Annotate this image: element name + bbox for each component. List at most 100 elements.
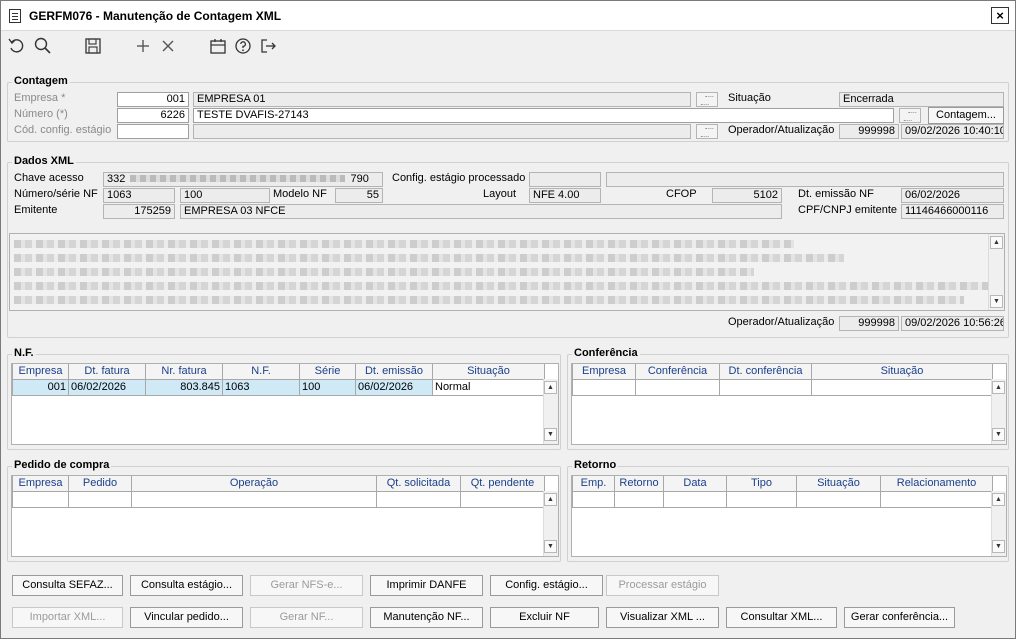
importar-xml-button[interactable]: Importar XML... (12, 607, 123, 628)
xml-redacted-line (14, 282, 989, 290)
modelo-field: 55 (335, 188, 383, 203)
xml-scrollbar[interactable]: ▲ ▼ (988, 234, 1004, 310)
ret-col-retorno[interactable]: Retorno (614, 476, 664, 492)
consultar-xml-button[interactable]: Consultar XML... (726, 607, 837, 628)
empresa-code-field[interactable]: 001 (117, 92, 189, 107)
empty-cell (663, 490, 727, 508)
nf-col-nf[interactable]: N.F. (222, 364, 300, 380)
numero-search-button[interactable] (899, 108, 921, 123)
gerar-conferencia-button[interactable]: Gerar conferência... (844, 607, 955, 628)
chave-field: 332 790 (103, 172, 383, 187)
numero-field[interactable]: 6226 (117, 108, 189, 123)
scroll-up-icon[interactable]: ▲ (544, 381, 557, 394)
nf-col-empresa[interactable]: Empresa (12, 364, 69, 380)
empty-cell (572, 490, 615, 508)
scroll-down-icon[interactable]: ▼ (992, 540, 1005, 553)
excluir-nf-button[interactable]: Excluir NF (490, 607, 599, 628)
manutencao-nf-button[interactable]: Manutenção NF... (370, 607, 483, 628)
modelo-label: Modelo NF (273, 188, 327, 200)
pedido-col-operacao[interactable]: Operação (131, 476, 377, 492)
pedido-col-pedido[interactable]: Pedido (68, 476, 132, 492)
empresa-search-button[interactable] (696, 92, 718, 107)
ret-col-emp[interactable]: Emp. (572, 476, 615, 492)
conferencia-scrollbar[interactable]: ▲ ▼ (991, 379, 1006, 444)
config-estagio-field[interactable] (117, 124, 189, 139)
table-row[interactable] (572, 378, 993, 396)
chave-redacted (130, 175, 346, 182)
table-row[interactable] (12, 490, 545, 508)
empty-cell (796, 490, 881, 508)
nf-col-situacao[interactable]: Situação (432, 364, 545, 380)
scroll-up-icon[interactable]: ▲ (544, 493, 557, 506)
operador-field: 999998 (839, 124, 899, 139)
nf-col-serie[interactable]: Série (299, 364, 356, 380)
processar-estagio-button[interactable]: Processar estágio (606, 575, 719, 596)
title-bar: GERFM076 - Manutenção de Contagem XML × (1, 1, 1015, 31)
nf-col-dt-emissao[interactable]: Dt. emissão (355, 364, 433, 380)
contagem-group: Contagem Empresa * 001 EMPRESA 01 Situaç… (7, 75, 1009, 142)
empty-cell (719, 378, 812, 396)
pedido-col-empresa[interactable]: Empresa (12, 476, 69, 492)
ret-col-data[interactable]: Data (663, 476, 727, 492)
nf-scrollbar[interactable]: ▲ ▼ (543, 379, 558, 444)
vincular-pedido-button[interactable]: Vincular pedido... (130, 607, 243, 628)
document-icon (9, 9, 21, 23)
nf-col-nr-fatura[interactable]: Nr. fatura (145, 364, 223, 380)
scroll-down-icon[interactable]: ▼ (992, 428, 1005, 441)
pedido-col-qt-pendente[interactable]: Qt. pendente (460, 476, 545, 492)
xml-redacted-line (14, 240, 794, 248)
serie-nf-field: 100 (180, 188, 270, 203)
consulta-sefaz-button[interactable]: Consulta SEFAZ... (12, 575, 123, 596)
imprimir-danfe-button[interactable]: Imprimir DANFE (370, 575, 483, 596)
gerar-nf-button[interactable]: Gerar NF... (250, 607, 363, 628)
add-icon[interactable] (133, 36, 153, 56)
pedido-col-qt-solicitada[interactable]: Qt. solicitada (376, 476, 461, 492)
conf-col-dt-conferencia[interactable]: Dt. conferência (719, 364, 812, 380)
scroll-down-icon[interactable]: ▼ (990, 295, 1003, 308)
retorno-scrollbar[interactable]: ▲ ▼ (991, 491, 1006, 556)
table-row[interactable]: 001 06/02/2026 803.845 1063 100 06/02/20… (12, 378, 545, 396)
ret-col-relacionamento[interactable]: Relacionamento (880, 476, 993, 492)
conf-col-situacao[interactable]: Situação (811, 364, 993, 380)
nf-cell-empresa: 001 (12, 378, 69, 396)
empty-cell (726, 490, 797, 508)
chave-prefix: 332 (107, 173, 126, 185)
numero-nf-field: 1063 (103, 188, 175, 203)
numero-desc-field[interactable]: TESTE DVAFIS-27143 (193, 108, 894, 123)
situacao-field: Encerrada (839, 92, 1004, 107)
undo-icon[interactable] (7, 36, 27, 56)
save-icon[interactable] (83, 36, 103, 56)
search-icon[interactable] (33, 36, 53, 56)
ret-col-tipo[interactable]: Tipo (726, 476, 797, 492)
nf-title: N.F. (12, 347, 36, 359)
conf-col-empresa[interactable]: Empresa (572, 364, 636, 380)
consulta-estagio-button[interactable]: Consulta estágio... (130, 575, 243, 596)
ret-col-situacao[interactable]: Situação (796, 476, 881, 492)
scroll-down-icon[interactable]: ▼ (544, 540, 557, 553)
window-title: GERFM076 - Manutenção de Contagem XML (29, 9, 282, 23)
contagem-button[interactable]: Contagem... (928, 107, 1004, 124)
config-search-button[interactable] (696, 124, 718, 139)
xml-redacted-line (14, 254, 844, 262)
config-estagio-button[interactable]: Config. estágio... (490, 575, 603, 596)
scroll-up-icon[interactable]: ▲ (990, 236, 1003, 249)
conf-col-conferencia[interactable]: Conferência (635, 364, 720, 380)
gerar-nfse-button[interactable]: Gerar NFS-e... (250, 575, 363, 596)
scroll-down-icon[interactable]: ▼ (544, 428, 557, 441)
xml-content-textarea[interactable]: ▲ ▼ (9, 233, 1005, 311)
scroll-up-icon[interactable]: ▲ (992, 493, 1005, 506)
pedido-scrollbar[interactable]: ▲ ▼ (543, 491, 558, 556)
scroll-up-icon[interactable]: ▲ (992, 381, 1005, 394)
nf-col-dt-fatura[interactable]: Dt. fatura (68, 364, 146, 380)
empty-cell (614, 490, 664, 508)
close-button[interactable]: × (991, 7, 1009, 24)
calendar-icon[interactable] (208, 36, 228, 56)
pedido-grid: Empresa Pedido Operação Qt. solicitada Q… (11, 475, 559, 557)
delete-icon[interactable] (158, 36, 178, 56)
table-row[interactable] (572, 490, 993, 508)
visualizar-xml-button[interactable]: Visualizar XML ... (606, 607, 719, 628)
exit-icon[interactable] (258, 36, 278, 56)
empty-cell (572, 378, 636, 396)
cnpj-field: 11146466000116 (901, 204, 1004, 219)
help-icon[interactable] (233, 36, 253, 56)
